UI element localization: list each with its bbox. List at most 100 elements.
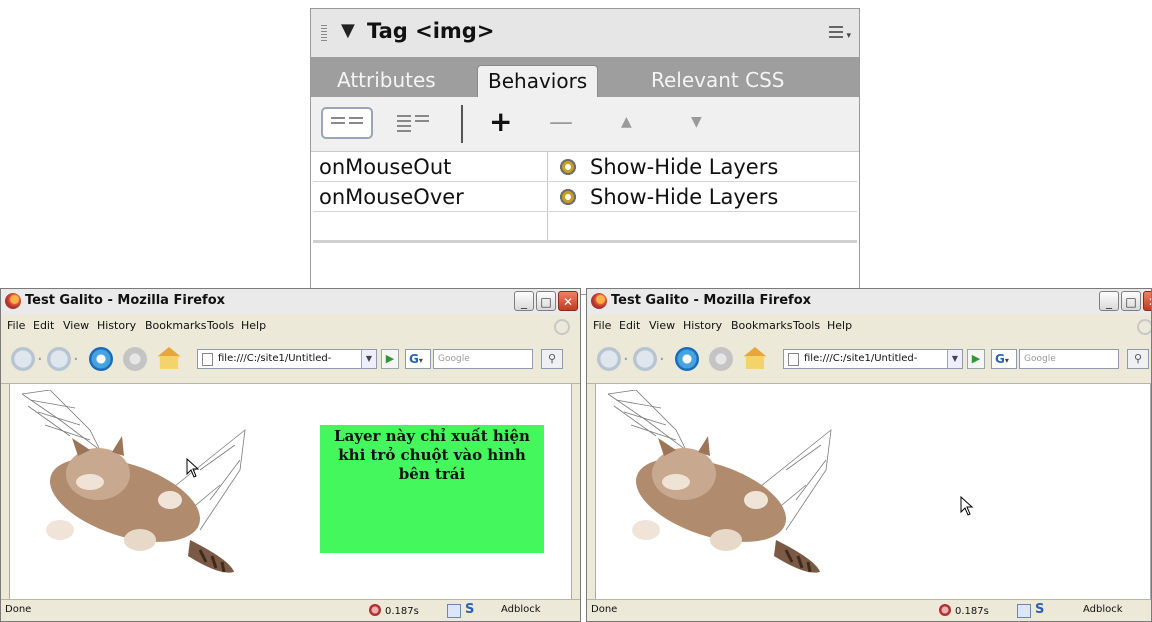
home-button[interactable] (743, 347, 767, 369)
event-cell[interactable]: onMouseOut (313, 152, 548, 182)
tab-behaviors[interactable]: Behaviors (477, 65, 599, 97)
kitten-hammock-image[interactable] (20, 390, 260, 580)
mouse-cursor-icon (186, 458, 200, 478)
search-engine-button[interactable]: G▾ (991, 349, 1017, 369)
move-down-icon[interactable]: ▼ (691, 105, 702, 139)
search-input[interactable]: Google (1019, 349, 1119, 369)
stop-button[interactable] (709, 347, 733, 371)
maximize-button[interactable]: □ (536, 291, 556, 311)
tab-attributes[interactable]: Attributes (327, 65, 446, 97)
status-page-icon[interactable] (1017, 604, 1031, 618)
window-title: Test Galito - Mozilla Firefox (25, 293, 226, 308)
event-cell-empty[interactable] (313, 211, 548, 243)
behaviors-table: onMouseOut Show-Hide Layers onMouseOver … (313, 152, 857, 243)
kitten-hammock-image[interactable] (606, 390, 846, 580)
url-bar[interactable]: file:///C:/site1/Untitled- ▼ (197, 349, 377, 369)
menu-tools[interactable]: Tools (793, 319, 820, 332)
window-title-bar[interactable]: Test Galito - Mozilla Firefox _□✕ (1, 289, 580, 316)
menu-file[interactable]: File (593, 319, 611, 332)
table-row[interactable]: onMouseOver Show-Hide Layers (313, 181, 857, 212)
search-engine-button[interactable]: G▾ (405, 349, 431, 369)
window-controls: _□✕ (512, 291, 578, 313)
table-row-empty[interactable] (313, 211, 857, 243)
menu-edit[interactable]: Edit (33, 319, 54, 332)
back-button[interactable] (597, 347, 621, 371)
adblock-button[interactable]: Adblock (501, 604, 541, 615)
event-cell[interactable]: onMouseOver (313, 181, 548, 212)
search-button[interactable]: ⚲ (541, 349, 563, 369)
throbber-icon (1137, 319, 1151, 335)
panel-options-menu-icon[interactable]: ▾ (829, 23, 851, 41)
menu-view[interactable]: View (63, 319, 89, 332)
panel-tab-bar: Attributes Behaviors Relevant CSS (311, 57, 859, 97)
go-button[interactable]: ▶ (381, 349, 399, 369)
menu-help[interactable]: Help (827, 319, 852, 332)
action-label: Show-Hide Layers (590, 184, 779, 209)
maximize-button[interactable]: □ (1121, 291, 1141, 311)
navigation-toolbar: · · file:///C:/site1/Untitled- ▼ ▶ G▾ Goo… (587, 337, 1151, 384)
menu-file[interactable]: File (7, 319, 25, 332)
show-hide-layer: Layer này chỉ xuất hiện khi trỏ chuột và… (320, 425, 544, 553)
move-up-icon[interactable]: ▲ (621, 105, 632, 139)
url-text: file:///C:/site1/Untitled- (804, 353, 918, 364)
url-bar[interactable]: file:///C:/site1/Untitled- ▼ (783, 349, 963, 369)
menu-bookmarks[interactable]: Bookmarks (731, 319, 792, 332)
forward-button[interactable] (47, 347, 71, 371)
adblock-button[interactable]: Adblock (1083, 604, 1123, 615)
reload-button[interactable] (89, 347, 113, 371)
remove-behavior-icon[interactable]: — (549, 105, 573, 139)
panel-grip-icon[interactable] (321, 25, 327, 43)
forward-dropdown-icon[interactable]: · (73, 349, 79, 370)
show-all-events-icon-part (415, 115, 429, 125)
menu-tools[interactable]: Tools (207, 319, 234, 332)
back-button[interactable] (11, 347, 35, 371)
menu-history[interactable]: History (683, 319, 722, 332)
search-button[interactable]: ⚲ (1127, 349, 1149, 369)
search-input[interactable]: Google (433, 349, 533, 369)
close-button[interactable]: ✕ (558, 291, 578, 311)
back-dropdown-icon[interactable]: · (37, 349, 43, 370)
mouse-cursor-icon (960, 496, 974, 516)
close-button[interactable]: ✕ (1143, 291, 1151, 311)
action-cell-empty[interactable] (547, 211, 857, 243)
url-dropdown-icon[interactable]: ▼ (361, 350, 376, 368)
show-set-events-button[interactable] (321, 107, 373, 139)
window-title: Test Galito - Mozilla Firefox (611, 293, 812, 308)
reload-button[interactable] (675, 347, 699, 371)
window-controls: _□✕ (1097, 291, 1151, 313)
menu-bar: File Edit View History Bookmarks Tools H… (1, 315, 580, 337)
collapse-triangle-icon[interactable]: ▼ (341, 20, 355, 41)
menu-bookmarks[interactable]: Bookmarks (145, 319, 206, 332)
window-title-bar[interactable]: Test Galito - Mozilla Firefox _□✕ (587, 289, 1151, 316)
s-status-icon[interactable]: S (1035, 602, 1044, 617)
add-behavior-icon[interactable]: + (489, 105, 512, 139)
forward-dropdown-icon[interactable]: · (659, 349, 665, 370)
action-cell[interactable]: Show-Hide Layers (547, 181, 857, 212)
s-status-icon[interactable]: S (465, 602, 474, 617)
action-cell[interactable]: Show-Hide Layers (547, 152, 857, 182)
home-button[interactable] (157, 347, 181, 369)
tab-relevant-css[interactable]: Relevant CSS (641, 65, 795, 97)
url-dropdown-icon[interactable]: ▼ (947, 350, 962, 368)
status-page-icon[interactable] (447, 604, 461, 618)
menu-history[interactable]: History (97, 319, 136, 332)
menu-edit[interactable]: Edit (619, 319, 640, 332)
minimize-button[interactable]: _ (514, 291, 534, 311)
show-all-events-button[interactable] (389, 107, 441, 139)
menu-help[interactable]: Help (241, 319, 266, 332)
back-dropdown-icon[interactable]: · (623, 349, 629, 370)
table-row[interactable]: onMouseOut Show-Hide Layers (313, 152, 857, 182)
firefox-window-hover: Test Galito - Mozilla Firefox _ □ ✕ File E… (0, 288, 581, 622)
stop-button[interactable] (123, 347, 147, 371)
menu-view[interactable]: View (649, 319, 675, 332)
forward-button[interactable] (633, 347, 657, 371)
timer-icon (939, 604, 951, 616)
tag-inspector-panel: ▼ Tag <img> ▾ Attributes Behaviors Relev… (310, 8, 860, 295)
minimize-button[interactable]: _ (1099, 291, 1119, 311)
show-set-events-icon (331, 117, 345, 127)
panel-title: Tag <img> (367, 19, 495, 43)
go-button[interactable]: ▶ (967, 349, 985, 369)
timer-value: 0.187s (385, 606, 419, 617)
firefox-logo-icon (591, 293, 607, 309)
firefox-window-normal: Test Galito - Mozilla Firefox _□✕ File E… (586, 288, 1152, 622)
